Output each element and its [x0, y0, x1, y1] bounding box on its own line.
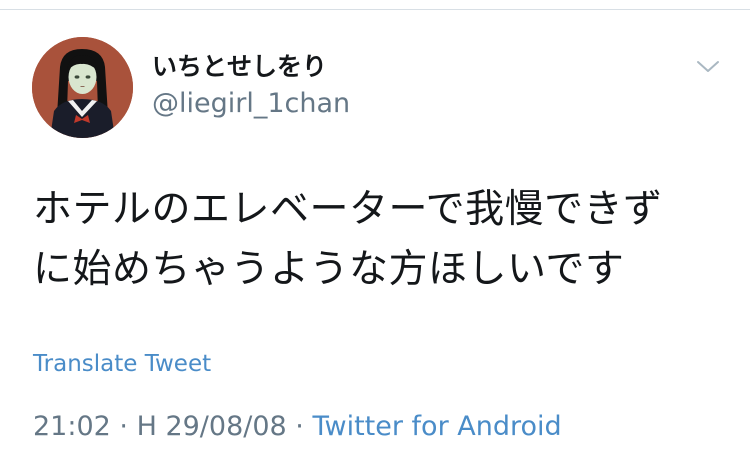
tweet-time: 21:02	[33, 411, 111, 442]
tweet-text-line: に始めちゃうような方ほしいです	[33, 247, 625, 292]
translate-tweet-link[interactable]: Translate Tweet	[33, 350, 211, 378]
chevron-down-icon[interactable]	[696, 58, 720, 76]
tweet-meta: 21:02 · H 29/08/08 · Twitter for Android	[33, 410, 562, 444]
tweet-text: ホテルのエレベーターで我慢できず に始めちゃうような方ほしいです	[33, 180, 733, 300]
user-handle[interactable]: @liegirl_1chan	[152, 88, 350, 120]
meta-separator: ·	[286, 411, 313, 442]
top-divider	[0, 9, 750, 10]
avatar-illustration	[32, 37, 133, 138]
avatar[interactable]	[32, 37, 133, 138]
tweet-date: H 29/08/08	[136, 411, 287, 442]
tweet-text-line: ホテルのエレベーターで我慢できず	[33, 187, 663, 232]
meta-separator: ·	[110, 411, 137, 442]
display-name[interactable]: いちとせしをり	[152, 52, 327, 82]
tweet-source-link[interactable]: Twitter for Android	[312, 411, 561, 442]
